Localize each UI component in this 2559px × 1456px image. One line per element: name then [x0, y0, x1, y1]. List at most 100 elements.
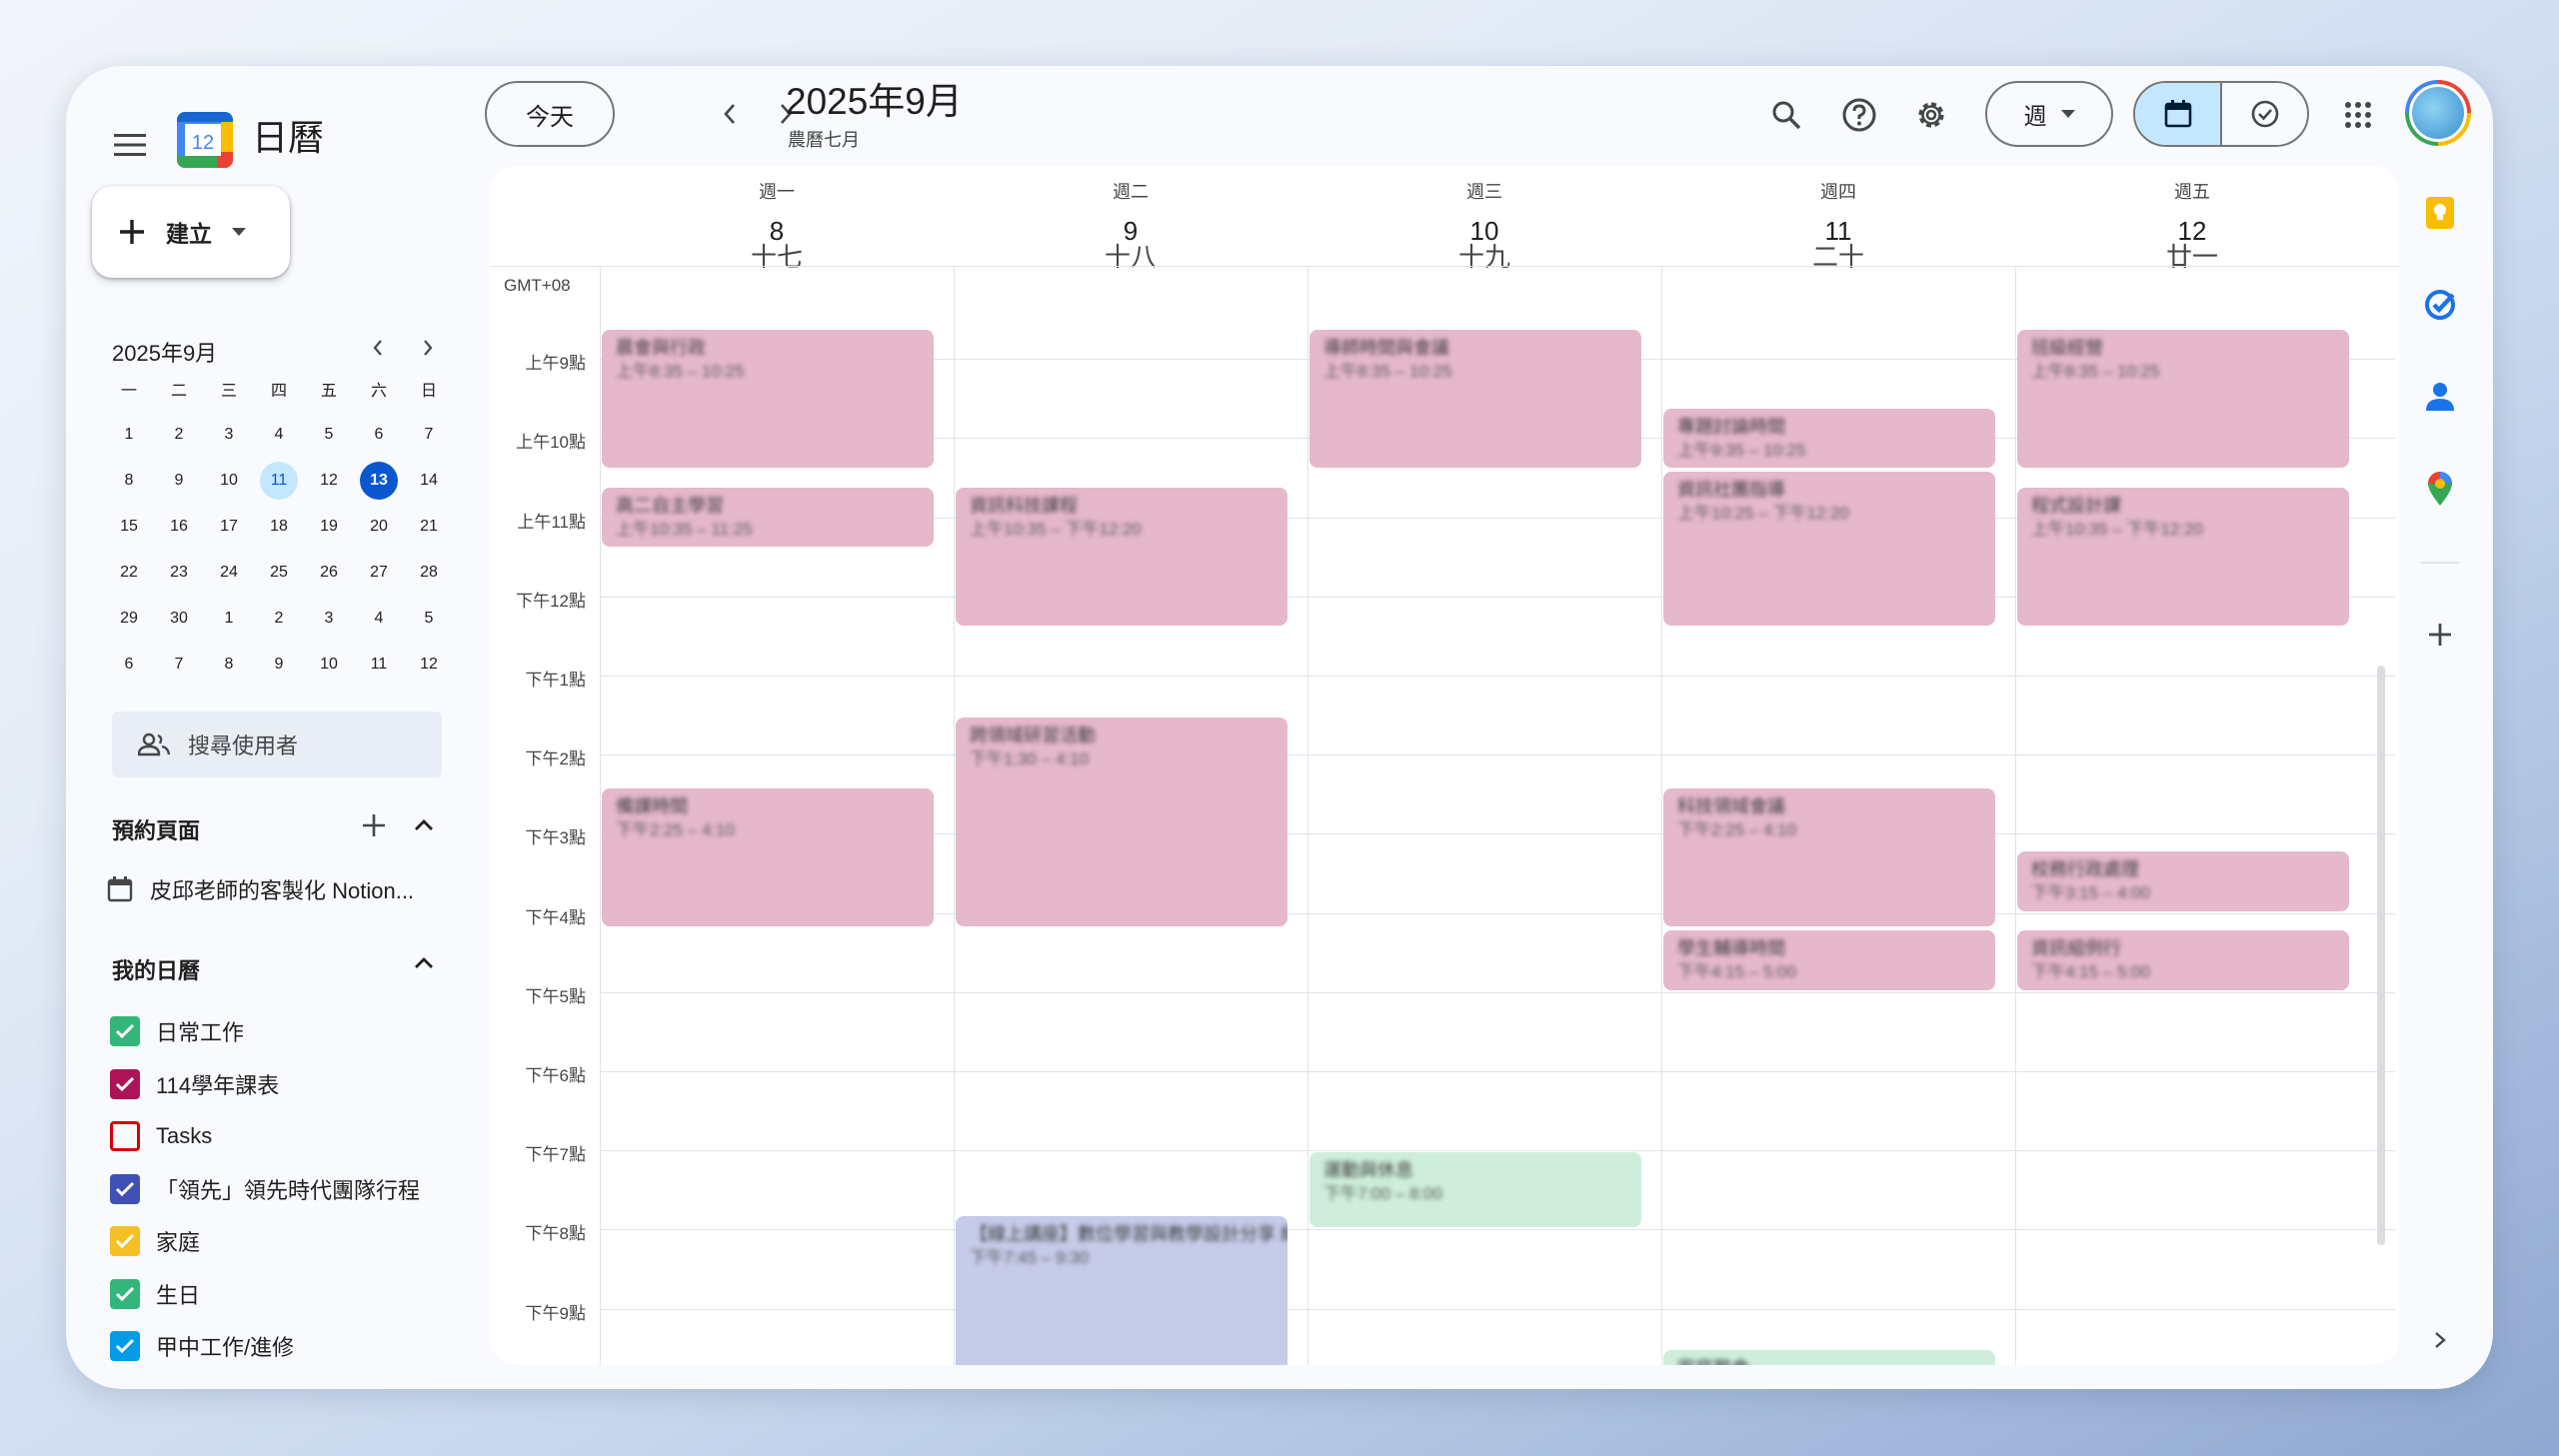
mini-day[interactable]: 30 [154, 600, 204, 638]
mini-day[interactable]: 16 [154, 508, 204, 546]
google-apps-button[interactable] [2335, 92, 2381, 138]
maps-button[interactable] [2417, 466, 2463, 512]
mini-day[interactable]: 1 [204, 600, 254, 638]
mini-day[interactable]: 4 [354, 600, 404, 638]
calendar-event[interactable]: 家庭聚會 下午8:30 – 10:00 [1663, 1350, 1995, 1365]
calendar-event[interactable]: 導師時間與會議 上午8:35 – 10:25 [1309, 329, 1641, 469]
mini-day[interactable]: 6 [104, 646, 154, 684]
previous-week-button[interactable] [710, 94, 750, 134]
mini-day[interactable]: 3 [204, 416, 254, 454]
calendar-event[interactable]: 晨會與行政 上午8:35 – 10:25 [602, 329, 934, 469]
mini-day[interactable]: 29 [104, 600, 154, 638]
calendar-item[interactable]: 「領先」領先時代團隊行程 [110, 1163, 450, 1215]
mini-day[interactable]: 3 [304, 600, 354, 638]
calendar-event[interactable]: 高二自主學習 上午10:35 – 11:25 [602, 487, 934, 548]
booking-page-item[interactable]: 皮邱老師的客製化 Notion... [106, 863, 446, 915]
calendar-event[interactable]: 【線上講座】數位學習與教學設計分享 線上講座 下午7:45 – 9:30 [956, 1215, 1287, 1365]
calendar-event[interactable]: 資訊科技課程 上午10:35 – 下午12:20 [956, 487, 1287, 627]
mini-day[interactable]: 14 [404, 462, 454, 500]
mini-day[interactable]: 21 [404, 508, 454, 546]
mini-day[interactable]: 10 [204, 462, 254, 500]
tasks-button[interactable] [2417, 282, 2463, 328]
calendar-checkbox[interactable] [110, 1173, 140, 1204]
today-button[interactable]: 今天 [485, 81, 615, 147]
mini-day[interactable]: 11 [254, 462, 304, 500]
keep-button[interactable] [2417, 190, 2463, 236]
calendar-checkbox[interactable] [110, 1331, 140, 1361]
mini-day[interactable]: 1 [104, 416, 154, 454]
calendar-item[interactable]: 日常工作 [110, 1005, 450, 1057]
mini-day[interactable]: 9 [154, 462, 204, 500]
calendar-event[interactable]: 跨領域研習活動 下午1:30 – 4:10 [956, 717, 1287, 927]
mini-day[interactable]: 20 [354, 508, 404, 546]
day-header[interactable]: 週四 11 二十 [1661, 178, 2015, 270]
mini-day[interactable]: 22 [104, 554, 154, 592]
mini-day[interactable]: 7 [404, 416, 454, 454]
expand-side-panel-button[interactable] [2417, 1317, 2463, 1363]
mini-day[interactable]: 8 [204, 646, 254, 684]
mini-day[interactable]: 5 [304, 416, 354, 454]
mini-day[interactable]: 6 [354, 416, 404, 454]
mini-day[interactable]: 2 [254, 600, 304, 638]
mini-day[interactable]: 12 [404, 646, 454, 684]
calendar-item[interactable]: Tasks [110, 1110, 450, 1162]
mini-day[interactable]: 7 [154, 646, 204, 684]
add-booking-page-button[interactable] [352, 803, 396, 847]
day-header[interactable]: 週一 8 十七 [600, 178, 954, 270]
mini-day[interactable]: 23 [154, 554, 204, 592]
calendar-checkbox[interactable] [110, 1121, 140, 1151]
calendar-view-toggle[interactable] [2135, 83, 2220, 145]
mini-day[interactable]: 15 [104, 508, 154, 546]
mini-prev-month-button[interactable] [360, 330, 396, 366]
calendar-checkbox[interactable] [110, 1068, 140, 1099]
get-addons-button[interactable] [2417, 612, 2463, 658]
calendar-event[interactable]: 專題討論時間 上午9:35 – 10:25 [1663, 408, 1995, 469]
calendar-item[interactable]: 甲中工作/進修 [110, 1320, 450, 1372]
view-selector[interactable]: 週 [1985, 81, 2113, 147]
calendar-event[interactable]: 運動與休息 下午7:00 – 8:00 [1309, 1152, 1641, 1228]
mini-day[interactable]: 2 [154, 416, 204, 454]
calendar-tasks-switch[interactable] [2133, 81, 2309, 147]
mini-day[interactable]: 12 [304, 462, 354, 500]
calendar-event[interactable]: 資訊社團指導 上午10:25 – 下午12:20 [1663, 472, 1995, 627]
calendar-item[interactable]: 生日 [110, 1268, 450, 1320]
settings-button[interactable] [1908, 92, 1954, 138]
day-header[interactable]: 週二 9 十八 [954, 178, 1307, 270]
mini-day[interactable]: 11 [354, 646, 404, 684]
mini-day[interactable]: 4 [254, 416, 304, 454]
mini-day[interactable]: 28 [404, 554, 454, 592]
mini-day[interactable]: 25 [254, 554, 304, 592]
account-avatar[interactable] [2405, 80, 2471, 146]
collapse-booking-button[interactable] [402, 803, 446, 847]
mini-day[interactable]: 8 [104, 462, 154, 500]
calendar-event[interactable]: 校務行政處理 下午3:15 – 4:00 [2017, 851, 2349, 911]
calendar-item[interactable]: 114學年課表 [110, 1058, 450, 1110]
calendar-checkbox[interactable] [110, 1016, 140, 1046]
main-menu-button[interactable] [97, 112, 163, 178]
calendar-event[interactable]: 學生輔導時間 下午4:15 – 5:00 [1663, 930, 1995, 990]
search-button[interactable] [1763, 92, 1809, 138]
mini-day[interactable]: 18 [254, 508, 304, 546]
mini-day[interactable]: 10 [304, 646, 354, 684]
calendar-event[interactable]: 班級經營 上午8:35 – 10:25 [2017, 329, 2349, 469]
day-header[interactable]: 週三 10 十九 [1307, 178, 1661, 270]
mini-day[interactable]: 13 [354, 462, 404, 500]
calendar-event[interactable]: 程式設計課 上午10:35 – 下午12:20 [2017, 487, 2349, 627]
mini-day[interactable]: 19 [304, 508, 354, 546]
calendar-checkbox[interactable] [110, 1278, 140, 1309]
mini-day[interactable]: 17 [204, 508, 254, 546]
calendar-event[interactable]: 資訊組例行 下午4:15 – 5:00 [2017, 930, 2349, 990]
mini-day[interactable]: 5 [404, 600, 454, 638]
mini-day[interactable]: 9 [254, 646, 304, 684]
contacts-button[interactable] [2417, 374, 2463, 420]
calendar-event[interactable]: 備課時間 下午2:25 – 4:10 [602, 787, 934, 927]
day-header[interactable]: 週五 12 廿一 [2015, 178, 2369, 270]
mini-day[interactable]: 24 [204, 554, 254, 592]
calendar-event[interactable]: 科技領域會議 下午2:25 – 4:10 [1663, 787, 1995, 927]
collapse-my-calendars-button[interactable] [402, 941, 446, 985]
mini-next-month-button[interactable] [410, 330, 446, 366]
calendar-item[interactable]: 家庭 [110, 1215, 450, 1267]
tasks-view-toggle[interactable] [2220, 83, 2307, 145]
create-button[interactable]: 建立 [92, 186, 290, 278]
mini-day[interactable]: 26 [304, 554, 354, 592]
